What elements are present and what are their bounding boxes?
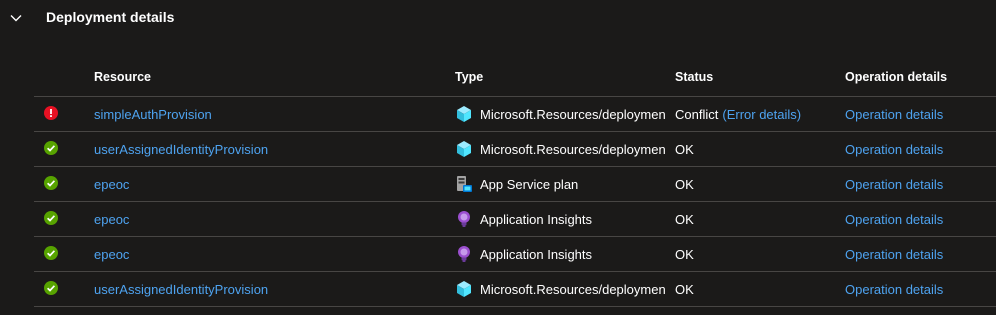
section-title: Deployment details (46, 9, 175, 25)
column-header-operation-details[interactable]: Operation details (845, 58, 995, 96)
deployment-cube-icon (455, 105, 473, 123)
column-header-type[interactable]: Type (455, 58, 665, 96)
status-text: OK (675, 141, 694, 157)
deployment-cube-icon (455, 280, 473, 298)
resource-link[interactable]: userAssignedIdentityProvision (94, 142, 268, 157)
status-text: OK (675, 246, 694, 262)
deployment-grid: Resource Type Status Operation details s… (34, 58, 996, 307)
status-text: OK (675, 176, 694, 192)
resource-type: App Service plan (480, 176, 579, 192)
deployment-cube-icon (455, 140, 473, 158)
resource-link[interactable]: epeoc (94, 177, 129, 192)
operation-details-link[interactable]: Operation details (845, 142, 943, 157)
resource-link[interactable]: simpleAuthProvision (94, 107, 212, 122)
success-check-icon (44, 210, 58, 228)
operation-details-link[interactable]: Operation details (845, 107, 943, 122)
section-header[interactable]: Deployment details (0, 0, 996, 36)
operation-details-link[interactable]: Operation details (845, 282, 943, 297)
table-row: epeoc Application Insights OK Operation … (34, 202, 996, 237)
column-header-resource[interactable]: Resource (94, 58, 449, 96)
success-check-icon (44, 245, 58, 263)
application-insights-icon (455, 245, 473, 263)
table-row: epeoc Application Insights OK Operation … (34, 237, 996, 272)
grid-header: Resource Type Status Operation details (34, 58, 996, 97)
status-text: OK (675, 281, 694, 297)
table-row: simpleAuthProvision Microsoft.Resources/… (34, 97, 996, 132)
error-icon (44, 105, 58, 123)
deployment-details-panel: Deployment details Resource Type Status … (0, 0, 996, 315)
operation-details-link[interactable]: Operation details (845, 177, 943, 192)
resource-link[interactable]: userAssignedIdentityProvision (94, 282, 268, 297)
resource-link[interactable]: epeoc (94, 212, 129, 227)
status-text: Conflict (675, 106, 719, 122)
success-check-icon (44, 140, 58, 158)
operation-details-link[interactable]: Operation details (845, 247, 943, 262)
chevron-down-icon[interactable] (8, 10, 24, 26)
success-check-icon (44, 175, 58, 193)
resource-link[interactable]: epeoc (94, 247, 129, 262)
operation-details-link[interactable]: Operation details (845, 212, 943, 227)
resource-type: Microsoft.Resources/deployments (480, 141, 665, 157)
resource-type: Microsoft.Resources/deployments (480, 106, 665, 122)
resource-type: Application Insights (480, 246, 593, 262)
app-service-plan-icon (455, 175, 473, 193)
table-row: userAssignedIdentityProvision Microsoft.… (34, 132, 996, 167)
resource-type: Application Insights (480, 211, 593, 227)
application-insights-icon (455, 210, 473, 228)
table-row: epeoc App Service plan OK Operation deta… (34, 167, 996, 202)
success-check-icon (44, 280, 58, 298)
error-details-link[interactable]: (Error details) (722, 107, 801, 122)
column-header-status[interactable]: Status (675, 58, 840, 96)
table-row: userAssignedIdentityProvision Microsoft.… (34, 272, 996, 307)
resource-type: Microsoft.Resources/deployments (480, 281, 665, 297)
status-text: OK (675, 211, 694, 227)
